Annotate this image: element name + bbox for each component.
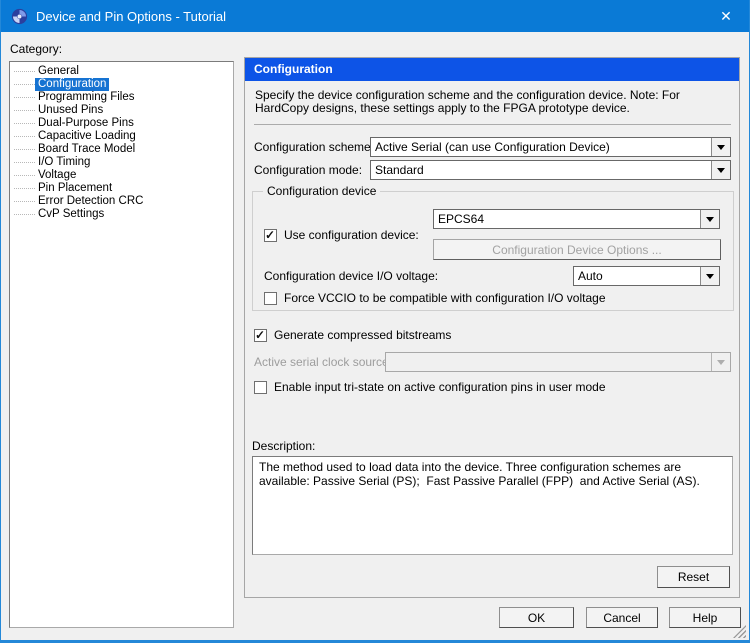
category-item-label: Configuration [35,78,109,91]
configuration-scheme-dropdown[interactable]: Active Serial (can use Configuration Dev… [370,137,731,157]
category-item-pin-placement[interactable]: Pin Placement [10,182,233,195]
io-voltage-value: Auto [574,267,700,285]
category-item-dual-purpose-pins[interactable]: Dual-Purpose Pins [10,117,233,130]
enable-input-tristate-checkbox[interactable] [254,381,267,394]
generate-compressed-bitstreams-row[interactable]: Generate compressed bitstreams [254,328,451,342]
category-item-label: Error Detection CRC [35,195,146,208]
chevron-down-icon [717,360,725,365]
configuration-device-value: EPCS64 [434,210,700,228]
quartus-app-icon [11,8,28,25]
group-title: Configuration device [263,184,380,198]
category-item-capacitive-loading[interactable]: Capacitive Loading [10,130,233,143]
category-item-i-o-timing[interactable]: I/O Timing [10,156,233,169]
panel-intro-text: Specify the device configuration scheme … [255,89,729,115]
category-item-programming-files[interactable]: Programming Files [10,91,233,104]
chevron-down-icon [706,274,714,279]
dropdown-arrow-button[interactable] [700,210,719,228]
active-serial-clock-source-label: Active serial clock source: [254,352,392,372]
enable-input-tristate-row[interactable]: Enable input tri-state on active configu… [254,380,606,394]
close-icon: ✕ [720,8,732,25]
category-item-label: Pin Placement [35,182,115,195]
configuration-mode-label: Configuration mode: [254,160,362,180]
cancel-button[interactable]: Cancel [586,607,658,628]
use-configuration-device-checkbox[interactable] [264,229,277,242]
description-label: Description: [252,439,315,453]
chevron-down-icon [717,145,725,150]
category-label: Category: [10,42,62,56]
category-item-general[interactable]: General [10,65,233,78]
configuration-scheme-label: Configuration scheme: [254,137,374,157]
dropdown-arrow-button[interactable] [711,138,730,156]
tree-branch-line [14,71,35,72]
configuration-device-options-button[interactable]: Configuration Device Options ... [433,239,721,260]
configuration-panel: Configuration Specify the device configu… [244,57,740,598]
force-vccio-row[interactable]: Force VCCIO to be compatible with config… [264,291,606,305]
description-box: The method used to load data into the de… [252,456,733,555]
category-item-label: Board Trace Model [35,143,138,156]
tree-branch-line [14,136,35,137]
window-title: Device and Pin Options - Tutorial [36,9,226,24]
configuration-device-group: Configuration device EPCS64 Use configur… [252,191,734,311]
tree-branch-line [14,162,35,163]
category-item-label: Capacitive Loading [35,130,139,143]
active-serial-clock-source-dropdown [385,352,731,372]
dropdown-arrow-button[interactable] [711,161,730,179]
help-button[interactable]: Help [669,607,741,628]
use-configuration-device-label: Use configuration device: [284,228,419,242]
category-item-label: Programming Files [35,91,138,104]
tree-branch-line [14,175,35,176]
force-vccio-checkbox[interactable] [264,292,277,305]
ok-button[interactable]: OK [499,607,574,628]
configuration-scheme-value: Active Serial (can use Configuration Dev… [371,138,711,156]
use-configuration-device-row[interactable]: Use configuration device: [264,228,419,242]
tree-branch-line [14,149,35,150]
category-item-label: Voltage [35,169,79,182]
configuration-mode-value: Standard [371,161,711,179]
tree-branch-line [14,188,35,189]
category-item-unused-pins[interactable]: Unused Pins [10,104,233,117]
generate-compressed-bitstreams-checkbox[interactable] [254,329,267,342]
io-voltage-label: Configuration device I/O voltage: [264,266,438,286]
description-text: The method used to load data into the de… [259,460,726,488]
chevron-down-icon [706,217,714,222]
dropdown-arrow-button [711,353,730,371]
force-vccio-label: Force VCCIO to be compatible with config… [284,291,606,305]
configuration-device-dropdown[interactable]: EPCS64 [433,209,720,229]
configuration-mode-dropdown[interactable]: Standard [370,160,731,180]
reset-button[interactable]: Reset [657,566,730,588]
close-button[interactable]: ✕ [703,0,749,32]
generate-compressed-bitstreams-label: Generate compressed bitstreams [274,328,451,342]
dropdown-arrow-button[interactable] [700,267,719,285]
io-voltage-dropdown[interactable]: Auto [573,266,720,286]
titlebar: Device and Pin Options - Tutorial ✕ [1,0,749,32]
enable-input-tristate-label: Enable input tri-state on active configu… [274,380,606,394]
panel-banner: Configuration [245,58,739,81]
tree-branch-line [14,110,35,111]
category-item-label: I/O Timing [35,156,93,169]
tree-branch-line [14,201,35,202]
tree-branch-line [14,123,35,124]
tree-branch-line [14,84,35,85]
category-item-configuration[interactable]: Configuration [10,78,233,91]
separator-line [254,124,731,125]
category-item-board-trace-model[interactable]: Board Trace Model [10,143,233,156]
category-item-error-detection-crc[interactable]: Error Detection CRC [10,195,233,208]
active-serial-clock-source-value [386,353,711,371]
category-item-label: General [35,65,82,78]
category-item-cvp-settings[interactable]: CvP Settings [10,208,233,221]
chevron-down-icon [717,168,725,173]
category-item-label: CvP Settings [35,208,107,221]
device-pin-options-dialog: Device and Pin Options - Tutorial ✕ Cate… [0,0,750,643]
tree-branch-line [14,97,35,98]
tree-branch-line [14,214,35,215]
category-item-label: Unused Pins [35,104,106,117]
category-item-voltage[interactable]: Voltage [10,169,233,182]
category-tree[interactable]: GeneralConfigurationProgramming FilesUnu… [9,61,234,628]
category-item-label: Dual-Purpose Pins [35,117,137,130]
